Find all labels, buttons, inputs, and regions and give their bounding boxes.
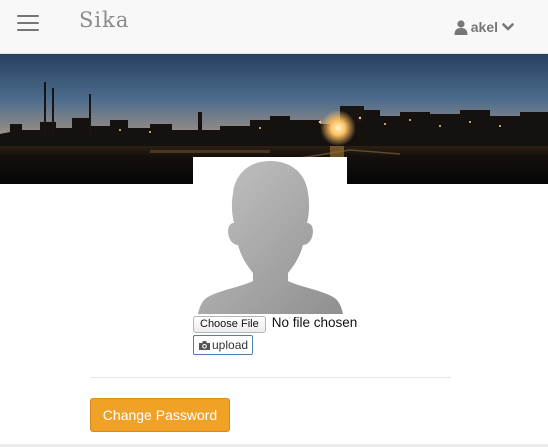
default-avatar-silhouette	[198, 161, 343, 314]
file-input-row: Choose File No file chosen	[193, 315, 357, 334]
upload-label: upload	[212, 338, 249, 352]
user-menu-dropdown[interactable]: akel	[454, 17, 514, 37]
top-navbar: Sika akel	[0, 0, 548, 54]
chevron-down-icon	[502, 23, 514, 31]
choose-file-button[interactable]: Choose File	[193, 316, 266, 333]
camera-icon	[199, 340, 210, 350]
profile-avatar	[193, 157, 347, 314]
hamburger-icon[interactable]	[17, 15, 39, 31]
change-password-button[interactable]: Change Password	[90, 398, 230, 432]
upload-button[interactable]: upload	[193, 335, 254, 355]
section-divider	[90, 377, 451, 378]
user-name: akel	[470, 19, 498, 35]
brand-logo[interactable]: Sika	[79, 8, 129, 32]
file-status-text: No file chosen	[271, 314, 358, 330]
user-icon	[454, 19, 468, 35]
